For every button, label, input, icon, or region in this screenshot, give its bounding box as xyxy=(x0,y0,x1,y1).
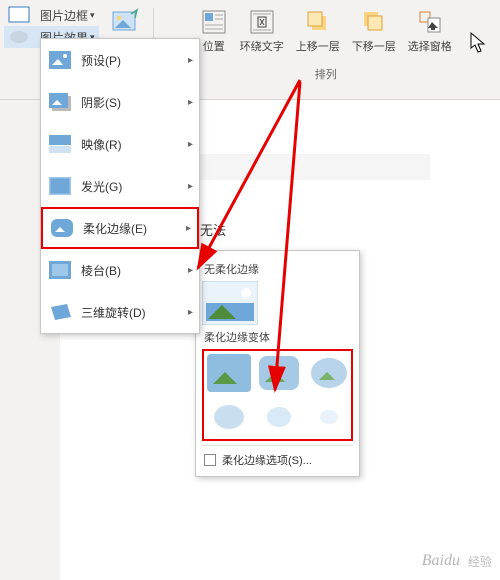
selection-pane-button[interactable]: 选择窗格 xyxy=(402,4,458,58)
menu-item-label: 棱台(B) xyxy=(81,262,121,279)
soft-edge-options[interactable]: 柔化边缘选项(S)... xyxy=(202,445,353,470)
variant-4[interactable] xyxy=(206,397,252,437)
variant-1[interactable] xyxy=(206,353,252,393)
chevron-right-icon: ▸ xyxy=(188,181,193,192)
selection-pane-icon xyxy=(416,8,444,36)
rotation-3d-icon xyxy=(49,303,71,321)
variant-6[interactable] xyxy=(306,397,352,437)
picture-border-label: 图片边框 xyxy=(40,7,88,24)
send-backward-label: 下移一层 xyxy=(352,38,396,54)
shadow-icon xyxy=(49,93,71,111)
bring-forward-label: 上移一层 xyxy=(296,38,340,54)
menu-item-preset[interactable]: 预设(P) ▸ xyxy=(41,39,199,81)
chevron-right-icon: ▸ xyxy=(188,307,193,318)
position-label: 位置 xyxy=(203,38,225,54)
variant-5[interactable] xyxy=(256,397,302,437)
send-backward-icon xyxy=(360,8,388,36)
variant-2[interactable] xyxy=(256,353,302,393)
menu-item-3d-rotation[interactable]: 三维旋转(D) ▸ xyxy=(41,291,199,333)
picture-border-icon xyxy=(8,6,30,24)
chevron-right-icon: ▸ xyxy=(188,97,193,108)
watermark: Baidu xyxy=(422,552,460,570)
menu-item-label: 三维旋转(D) xyxy=(81,304,146,321)
wrap-text-button[interactable]: 环绕文字 xyxy=(234,4,290,58)
soft-edges-icon xyxy=(51,219,73,237)
menu-item-shadow[interactable]: 阴影(S) ▸ xyxy=(41,81,199,123)
menu-item-label: 柔化边缘(E) xyxy=(83,220,147,237)
picture-effects-menu: 预设(P) ▸ 阴影(S) ▸ 映像(R) ▸ 发光(G) ▸ 柔化边缘(E) … xyxy=(40,38,200,334)
group-label-arrange: 排列 xyxy=(315,66,337,82)
chevron-right-icon: ▸ xyxy=(186,223,191,234)
menu-item-bevel[interactable]: 棱台(B) ▸ xyxy=(41,249,199,291)
watermark-sub: 经验 xyxy=(468,553,492,570)
menu-item-label: 发光(G) xyxy=(81,178,122,195)
mouse-cursor-icon xyxy=(470,32,488,54)
soft-edge-options-label: 柔化边缘选项(S)... xyxy=(222,452,312,468)
send-backward-button[interactable]: 下移一层 xyxy=(346,4,402,58)
bring-forward-icon xyxy=(304,8,332,36)
wrap-text-icon xyxy=(248,8,276,36)
bring-forward-button[interactable]: 上移一层 xyxy=(290,4,346,58)
replace-icon xyxy=(111,8,139,36)
picture-effects-icon xyxy=(8,28,30,46)
menu-item-label: 预设(P) xyxy=(81,52,121,69)
menu-item-label: 映像(R) xyxy=(81,136,122,153)
no-soft-edge-preview[interactable] xyxy=(202,281,258,325)
chevron-right-icon: ▸ xyxy=(188,139,193,150)
menu-item-label: 阴影(S) xyxy=(81,94,121,111)
chevron-right-icon: ▸ xyxy=(188,265,193,276)
doc-redaction xyxy=(170,154,430,180)
wrap-text-label: 环绕文字 xyxy=(240,38,284,54)
checkbox-icon xyxy=(204,454,216,466)
soft-edges-flyout: 无柔化边缘 柔化边缘变体 柔化边缘选项(S)... xyxy=(195,250,360,477)
flyout-section-none: 无柔化边缘 xyxy=(204,261,351,277)
picture-border-button[interactable]: 图片边框 ▾ xyxy=(4,4,99,26)
bevel-icon xyxy=(49,261,71,279)
flyout-section-variants: 柔化边缘变体 xyxy=(204,329,351,345)
doc-text: 无法 xyxy=(200,220,226,239)
menu-item-glow[interactable]: 发光(G) ▸ xyxy=(41,165,199,207)
menu-item-reflection[interactable]: 映像(R) ▸ xyxy=(41,123,199,165)
soft-edge-variants-grid xyxy=(202,349,353,441)
chevron-right-icon: ▸ xyxy=(188,55,193,66)
variant-3[interactable] xyxy=(306,353,352,393)
selection-pane-label: 选择窗格 xyxy=(408,38,452,54)
glow-icon xyxy=(49,177,71,195)
preset-icon xyxy=(49,51,71,69)
menu-item-soft-edges[interactable]: 柔化边缘(E) ▸ xyxy=(41,207,199,249)
position-icon xyxy=(200,8,228,36)
reflection-icon xyxy=(49,135,71,153)
